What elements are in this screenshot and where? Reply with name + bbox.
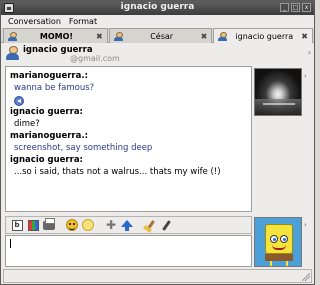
message-nick: marianoguerra.: xyxy=(10,131,88,141)
invite-button[interactable]: ✚ xyxy=(104,218,118,232)
contact-icon xyxy=(113,31,123,41)
message-text: wanna be famous? xyxy=(14,83,95,93)
print-button[interactable] xyxy=(42,217,56,232)
contact-header: ignacio guerra @gmail.com › xyxy=(1,43,314,65)
contact-icon xyxy=(218,32,228,41)
tab-label: ignacio guerra xyxy=(235,32,294,41)
format-toolbar: b ✚ xyxy=(5,216,252,234)
smiley-icon xyxy=(66,219,78,231)
toolbar-separator xyxy=(136,218,141,232)
message-text: screenshot, say something deep xyxy=(14,143,153,153)
wink-icon xyxy=(82,219,94,231)
color-button[interactable] xyxy=(26,218,40,232)
nudge-row xyxy=(10,94,247,106)
contact-email: @gmail.com xyxy=(70,54,120,63)
text-cursor xyxy=(10,239,11,248)
menu-format[interactable]: Format xyxy=(69,17,97,26)
window-title: ignacio guerra xyxy=(120,2,195,12)
nudge-icon xyxy=(14,96,24,106)
clear-button[interactable] xyxy=(143,218,157,232)
message-text: dime? xyxy=(14,119,40,129)
conversation-tabs: MOMO! ✖ César ✖ ignacio guerra ✖ xyxy=(1,28,314,44)
minimize-button[interactable]: _ xyxy=(280,3,289,12)
menu-bar: Conversation Format xyxy=(1,15,314,28)
avatar-character xyxy=(265,224,293,254)
font-button[interactable]: b xyxy=(10,218,24,232)
menu-conversation[interactable]: Conversation xyxy=(8,17,61,26)
contact-icon xyxy=(8,31,17,41)
message-nick: ignacio guerra: xyxy=(10,107,83,117)
emoticon-button[interactable] xyxy=(65,218,79,232)
contact-avatar-expand-icon[interactable]: › xyxy=(304,72,307,80)
tab-ignacio-guerra[interactable]: ignacio guerra ✖ xyxy=(213,28,313,44)
message-input[interactable] xyxy=(5,235,252,267)
color-icon xyxy=(27,219,39,231)
window-controls: _ □ x xyxy=(280,3,311,12)
chat-window: ignacio guerra _ □ x Conversation Format… xyxy=(0,0,315,285)
message-nick: ignacio guerra: xyxy=(10,155,83,165)
toolbar-separator xyxy=(97,218,102,232)
print-icon xyxy=(43,217,55,230)
contact-status-icon xyxy=(6,46,20,61)
own-avatar-expand-icon[interactable]: › xyxy=(304,221,307,229)
tab-momo[interactable]: MOMO! ✖ xyxy=(3,28,108,43)
contact-avatar[interactable] xyxy=(254,68,302,116)
conversation-view[interactable]: marianoguerra.: wanna be famous? ignacio… xyxy=(5,66,252,212)
color-picker-button[interactable] xyxy=(159,218,173,232)
close-tab-icon[interactable]: ✖ xyxy=(201,32,208,41)
close-tab-icon[interactable]: ✖ xyxy=(96,32,103,41)
tab-cesar[interactable]: César ✖ xyxy=(108,28,213,43)
own-avatar[interactable] xyxy=(254,217,302,267)
font-icon: b xyxy=(11,219,23,231)
send-file-icon xyxy=(121,219,133,231)
tab-label: MOMO! xyxy=(39,31,74,41)
add-icon: ✚ xyxy=(105,218,117,232)
title-bar[interactable]: ignacio guerra _ □ x xyxy=(1,1,314,15)
close-tab-icon[interactable]: ✖ xyxy=(301,32,308,41)
toolbar-separator xyxy=(58,218,63,232)
wink-button[interactable] xyxy=(81,218,95,232)
clear-icon xyxy=(145,219,155,231)
send-file-button[interactable] xyxy=(120,218,134,232)
status-bar xyxy=(3,269,312,283)
message-nick: marianoguerra.: xyxy=(10,71,88,81)
message-text: ...so i said, thats not a walrus... that… xyxy=(14,167,221,177)
header-expand-icon[interactable]: › xyxy=(308,48,311,57)
color-picker-icon xyxy=(161,219,171,231)
maximize-button[interactable]: □ xyxy=(291,3,300,12)
tab-label: César xyxy=(150,31,174,41)
resize-grip-icon[interactable] xyxy=(302,273,310,281)
close-window-button[interactable]: x xyxy=(302,3,311,12)
